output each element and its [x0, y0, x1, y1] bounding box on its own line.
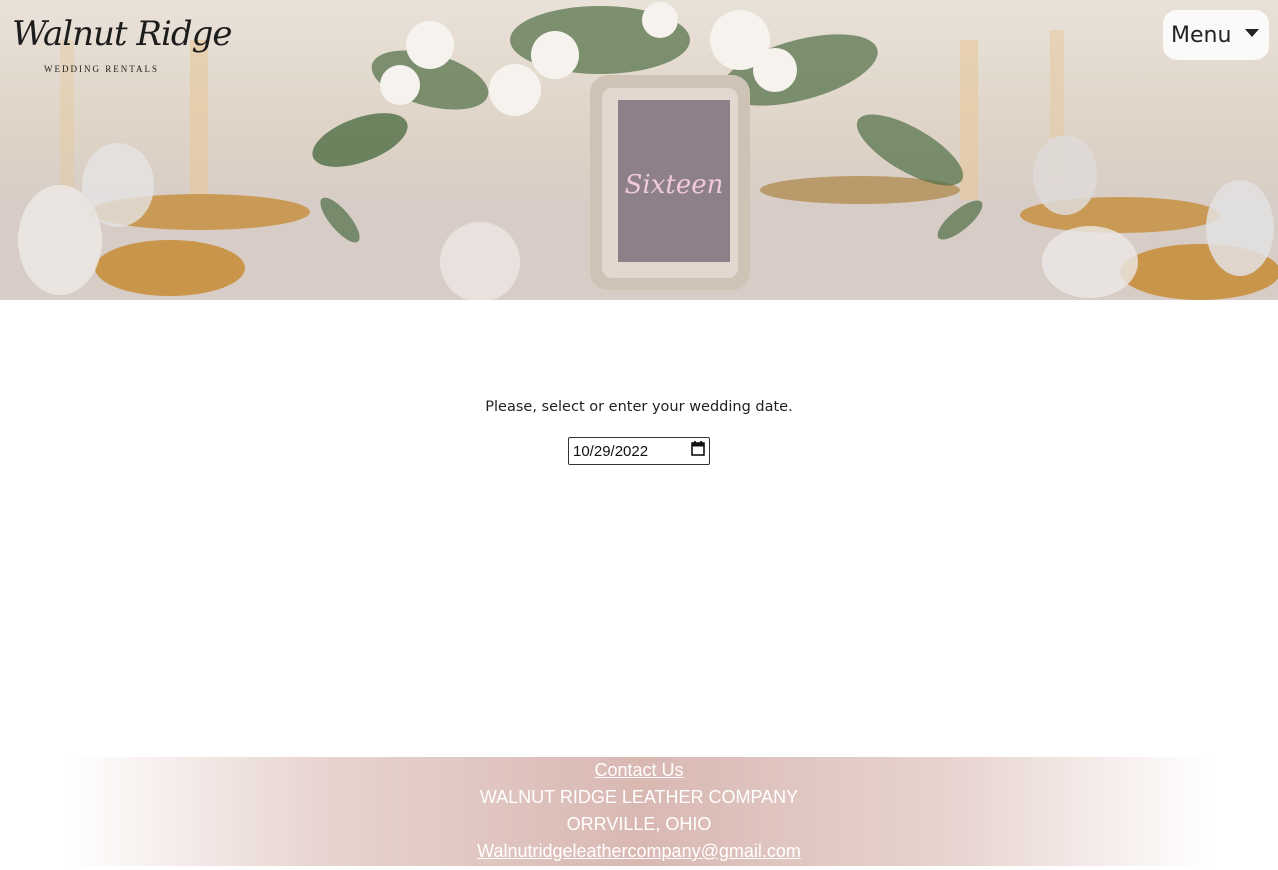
wedding-date-input[interactable]: 10/29/2022	[568, 437, 710, 465]
footer-company: WALNUT RIDGE LEATHER COMPANY	[479, 787, 799, 807]
table-card-text: Sixteen	[625, 170, 724, 200]
date-value[interactable]: 10/29/2022	[573, 443, 648, 460]
footer: Contact Us WALNUT RIDGE LEATHER COMPANY …	[66, 757, 1212, 866]
date-prompt: Please, select or enter your wedding dat…	[485, 399, 793, 415]
logo-subtitle: WEDDING RENTALS	[44, 64, 160, 74]
caret-down-icon	[1245, 29, 1260, 37]
hero-banner: Sixteen Walnut Ridge WEDDING RENTALS Men…	[0, 0, 1278, 300]
footer-location: ORRVILLE, OHIO	[566, 814, 712, 834]
footer-email-link[interactable]: Walnutridgeleathercompany@gmail.com	[477, 841, 801, 861]
menu-label: Menu	[1171, 22, 1232, 48]
contact-us-link[interactable]: Contact Us	[594, 760, 683, 780]
site-logo[interactable]: Walnut Ridge WEDDING RENTALS	[12, 14, 233, 78]
logo-script-text: Walnut Ridge	[12, 14, 233, 54]
menu-button[interactable]: Menu	[1163, 10, 1269, 60]
calendar-icon[interactable]	[691, 441, 705, 461]
